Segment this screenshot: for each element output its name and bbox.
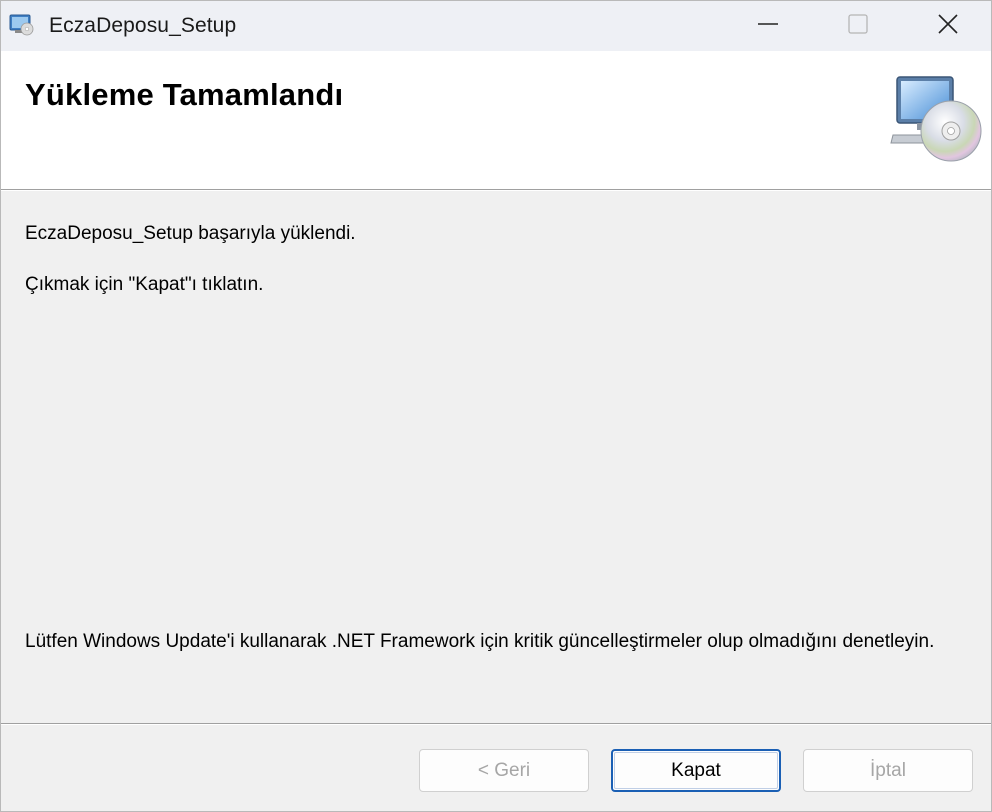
minimize-icon [757, 13, 779, 40]
focus-ring [614, 752, 778, 789]
maximize-button[interactable] [813, 1, 903, 51]
update-note: Lütfen Windows Update'i kullanarak .NET … [25, 631, 935, 652]
header-banner: Yükleme Tamamlandı [1, 51, 991, 189]
minimize-button[interactable] [723, 1, 813, 51]
close-icon [936, 12, 960, 41]
back-button[interactable]: < Geri [419, 749, 589, 792]
page-title: Yükleme Tamamlandı [25, 77, 344, 112]
cancel-button[interactable]: İptal [803, 749, 973, 792]
title-bar[interactable]: EczaDeposu_Setup [1, 1, 991, 51]
cancel-button-label: İptal [870, 759, 906, 781]
computer-with-cd-icon [889, 73, 985, 165]
maximize-icon [847, 13, 869, 40]
installer-app-icon [9, 13, 35, 37]
footer-divider [1, 723, 991, 725]
banner-divider [1, 189, 991, 191]
back-button-label: < Geri [477, 759, 531, 781]
installer-window: EczaDeposu_Setup Yükleme Tamamlandı Ecza… [0, 0, 992, 812]
close-window-button[interactable] [903, 1, 991, 51]
window-title: EczaDeposu_Setup [49, 14, 237, 37]
success-message: EczaDeposu_Setup başarıyla yüklendi. [25, 223, 356, 244]
close-button[interactable]: Kapat [611, 749, 781, 792]
exit-instruction: Çıkmak için "Kapat"ı tıklatın. [25, 274, 264, 295]
